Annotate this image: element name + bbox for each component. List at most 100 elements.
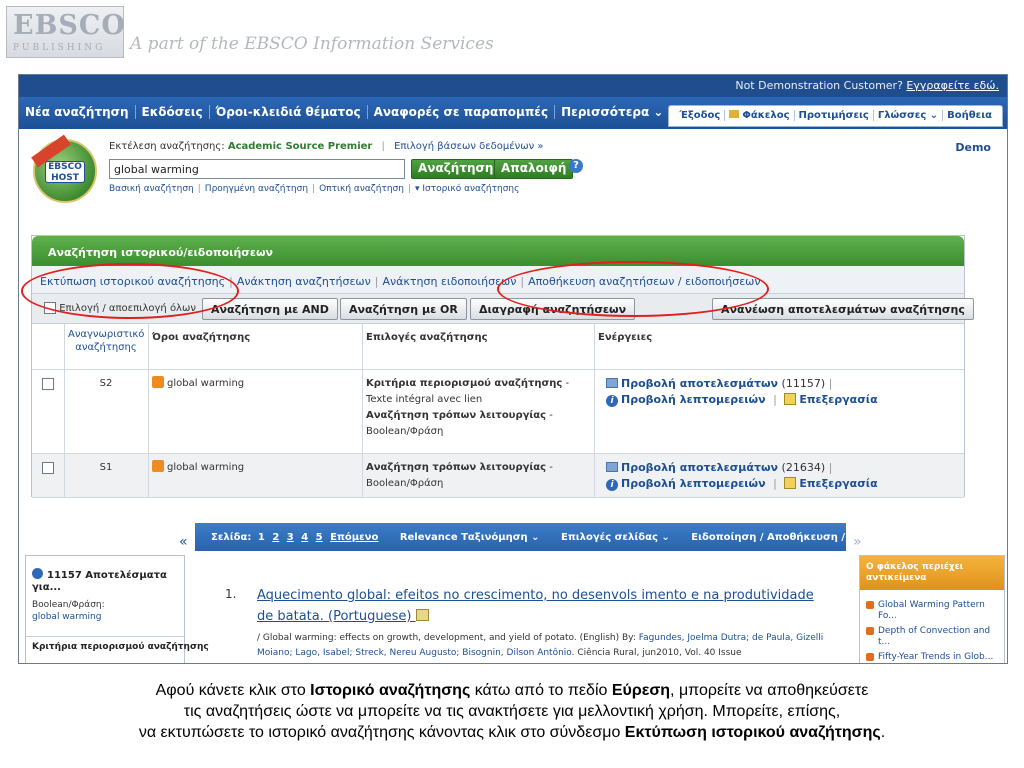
col-divider (148, 324, 149, 369)
logo-subtext: PUBLISHING (13, 43, 106, 53)
separator: | (197, 184, 201, 194)
nav-folder-label: Φάκελος (742, 110, 790, 121)
retrieve-alerts-link[interactable]: Ανάκτηση ειδοποιήσεων (382, 275, 516, 288)
history-table-header: Αναγνωριστικό αναζήτησης Όροι αναζήτησης… (32, 324, 964, 370)
edit-link[interactable]: Επεξεργασία (799, 393, 877, 406)
nav-help[interactable]: Βοήθεια (943, 110, 996, 121)
view-results-link[interactable]: Προβολή αποτελεσμάτων (621, 377, 778, 390)
next-page-link[interactable]: Επόμενο (330, 532, 378, 543)
limiters-heading: Κριτήρια περιορισμού αναζήτησης (32, 642, 209, 652)
nav-languages[interactable]: Γλώσσες ⌄ (873, 110, 944, 121)
nav-more[interactable]: Περισσότερα ⌄ (555, 105, 669, 119)
row-actions: Προβολή αποτελεσμάτων (21634) | i Προβολή… (606, 460, 878, 492)
info-icon: i (606, 479, 618, 491)
folder-item[interactable]: Global Warming Pattern Fo... (866, 600, 1000, 622)
query-link[interactable]: global warming (32, 612, 101, 622)
page-5[interactable]: 5 (316, 532, 327, 543)
nav-subject-terms[interactable]: Όροι-κλειδιά θέματος (209, 105, 368, 119)
caption-text: να εκτυπώσετε το ιστορικό αναζήτησης κάν… (138, 724, 625, 741)
by-label: By: (619, 633, 639, 643)
col-divider (594, 454, 595, 497)
page-options-dropdown[interactable]: Επιλογές σελίδας ⌄ (561, 532, 688, 543)
edit-link[interactable]: Επεξεργασία (799, 477, 877, 490)
signin-link[interactable]: Εγγραφείτε εδώ. (906, 79, 999, 92)
caption-bold-search-history: Ιστορικό αναζήτησης (310, 682, 471, 699)
view-details-link[interactable]: Προβολή λεπτομερειών (621, 477, 766, 490)
separator: | (374, 275, 379, 288)
searching-label: Εκτέλεση αναζήτησης: (109, 141, 225, 152)
col-header-search-id[interactable]: Αναγνωριστικό αναζήτησης (68, 328, 144, 354)
rss-icon[interactable] (152, 376, 164, 388)
expand-right-icon[interactable]: » (853, 534, 862, 550)
row-checkbox[interactable] (42, 378, 54, 390)
view-results-link[interactable]: Προβολή αποτελεσμάτων (621, 461, 778, 474)
folder-item[interactable]: Depth of Convection and t... (866, 626, 1000, 648)
clear-button[interactable]: Απαλοιφή (494, 159, 574, 179)
advanced-search-link[interactable]: Προηγμένη αναζήτηση (205, 184, 308, 194)
badge-text: EBSCO HOST (45, 161, 85, 183)
nav-folder[interactable]: Φάκελος (725, 110, 795, 121)
ebscohost-badge-icon: EBSCO HOST (31, 134, 97, 203)
rss-icon[interactable] (152, 460, 164, 472)
help-icon[interactable]: ? (569, 159, 583, 173)
edit-icon (784, 393, 797, 405)
nav-cited-references[interactable]: Αναφορές σε παραπομπές (367, 105, 556, 119)
search-input[interactable] (109, 159, 405, 179)
retrieve-searches-link[interactable]: Ανάκτηση αναζητήσεων (237, 275, 371, 288)
result-title: Aquecimento global: efeitos no crescimen… (257, 588, 814, 624)
page-1[interactable]: 1 (258, 532, 269, 543)
nav-signout[interactable]: Έξοδος (675, 110, 726, 121)
main-nav: Νέα αναζήτηση Εκδόσεις Όροι-κλειδιά θέματο… (19, 97, 1007, 129)
sort-dropdown[interactable]: Relevance Ταξινόμηση ⌄ (400, 532, 558, 543)
page-2[interactable]: 2 (272, 532, 283, 543)
col-divider (594, 370, 595, 453)
separator: | (773, 477, 777, 490)
demo-label: Demo (955, 141, 991, 154)
collapse-circle-icon[interactable] (32, 568, 43, 579)
nav-publications[interactable]: Εκδόσεις (135, 105, 210, 119)
folder-item-icon (866, 653, 874, 661)
row-checkbox[interactable] (42, 462, 54, 474)
view-details-link[interactable]: Προβολή λεπτομερειών (621, 393, 766, 406)
result-count: (21634) (781, 461, 826, 474)
basic-search-link[interactable]: Βασική αναζήτηση (109, 184, 194, 194)
journal: Ciência Rural, jun2010, Vol. 40 Issue (574, 648, 742, 658)
search-options: Αναζήτηση τρόπων λειτουργίας - Boolean/Φ… (366, 460, 590, 492)
highlight-ellipse-save-searches (497, 261, 769, 317)
caption-line-2: τις αναζητήσεις ώστε να μπορείτε να τις … (183, 703, 841, 720)
highlight-ellipse-print-history (21, 263, 239, 319)
folder-item-label: Global Warming Pattern Fo... (878, 600, 985, 621)
caption-line-3: να εκτυπώσετε το ιστορικό αναζήτησης κάν… (0, 722, 1024, 743)
results-count-text: 11157 Αποτελέσματα για... (32, 570, 167, 593)
caption-text: , μπορείτε να αποθηκεύσετε (670, 682, 869, 699)
customer-text: Not Demonstration Customer? (735, 79, 903, 92)
folder-panel: Ο φάκελος περιέχει αντικείμενα Global Wa… (859, 555, 1005, 663)
search-button[interactable]: Αναζήτηση (411, 159, 501, 179)
col-divider (64, 454, 65, 497)
folder-item[interactable]: Fifty-Year Trends in Glob... (866, 652, 1000, 663)
share-dropdown[interactable]: Ειδοποίηση / Αποθήκευση / Κοινοποίηση ⌄ (691, 532, 951, 543)
search-terms: global warming (152, 460, 244, 476)
visual-search-link[interactable]: Οπτική αναζήτηση (319, 184, 404, 194)
database-name: Academic Source Premier (227, 141, 373, 152)
limiters-label: Κριτήρια περιορισμού αναζήτησης (366, 378, 563, 389)
page-4[interactable]: 4 (301, 532, 312, 543)
search-history-link[interactable]: ▾ Ιστορικό αναζήτησης (415, 184, 519, 194)
caption-line-1: Αφού κάνετε κλικ στο Ιστορικό αναζήτησης… (0, 680, 1024, 701)
folder-item-label: Fifty-Year Trends in Glob... (878, 652, 994, 662)
results-summary-panel: 11157 Αποτελέσματα για... Boolean/Φράση:… (25, 555, 209, 663)
divider (26, 636, 184, 637)
page-3[interactable]: 3 (287, 532, 298, 543)
separator: | (828, 377, 833, 390)
result-title-link[interactable]: Aquecimento global: efeitos no crescimen… (257, 585, 827, 627)
search-with-or-button[interactable]: Αναζήτηση με OR (340, 298, 467, 320)
caption-text: κάτω από το πεδίο (470, 682, 612, 699)
nav-preferences[interactable]: Προτιμήσεις (794, 110, 874, 121)
collapse-left-icon[interactable]: « (179, 534, 188, 550)
history-panel-title: Αναζήτηση ιστορικού/ειδοποιήσεων (32, 236, 964, 266)
slide: EBSCO PUBLISHING A part of the EBSCO Inf… (0, 0, 1024, 768)
col-divider (362, 324, 363, 369)
choose-databases-link[interactable]: Επιλογή βάσεων δεδομένων » (394, 141, 543, 152)
pdf-icon[interactable] (415, 609, 429, 621)
nav-new-search[interactable]: Νέα αναζήτηση (19, 105, 136, 119)
